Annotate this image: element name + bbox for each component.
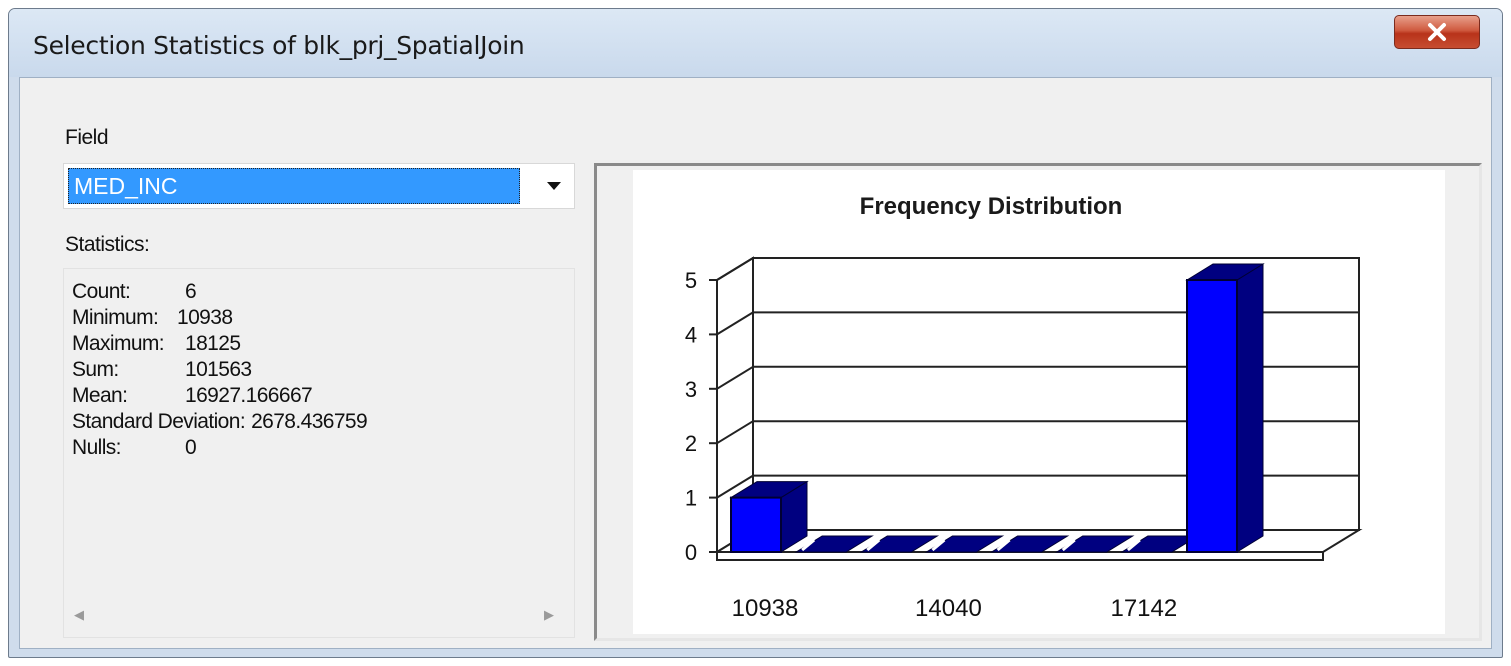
y-tick-label: 1 — [685, 486, 697, 511]
statistic-value: 18125 — [185, 332, 241, 355]
statistic-row: Sum: 101563 — [72, 357, 367, 383]
chart-area: 0 1 2 3 4 5 10938 14040 17142 Frequency Distribut… — [633, 170, 1445, 634]
y-tick-label: 5 — [685, 268, 697, 293]
chart-floor-edge — [716, 551, 1324, 561]
statistic-row: Minimum: 10938 — [72, 305, 367, 331]
chart-back-wall — [752, 257, 1360, 531]
statistic-value: 0 — [185, 436, 197, 459]
statistic-name: Maximum: — [72, 332, 165, 355]
field-dropdown-value[interactable]: MED_INC — [68, 168, 520, 204]
statistic-name: Sum: — [72, 358, 119, 381]
statistic-value: 101563 — [185, 358, 252, 381]
statistic-row: Mean: 16927.166667 — [72, 383, 367, 409]
bar-side — [1236, 263, 1264, 553]
scroll-right-icon[interactable]: ▶ — [544, 607, 554, 623]
statistics-panel: Count: 6 Minimum: 10938 Maximum: 18125 Sum: 101… — [63, 268, 575, 638]
statistic-name: Count: — [72, 280, 131, 303]
statistic-name: Nulls: — [72, 436, 122, 459]
chevron-down-icon[interactable] — [542, 176, 566, 196]
y-tick-label: 2 — [685, 431, 697, 456]
x-tick-label: 14040 — [915, 595, 982, 622]
statistics-list: Count: 6 Minimum: 10938 Maximum: 18125 Sum: 101… — [72, 279, 368, 461]
statistic-name: Minimum: — [72, 306, 159, 329]
statistic-row: Maximum: 18125 — [72, 331, 367, 357]
scroll-left-icon[interactable]: ◀ — [74, 607, 84, 623]
statistic-value: 6 — [185, 280, 197, 303]
dialog-window: Selection Statistics of blk_prj_SpatialJ… — [8, 8, 1503, 658]
bar — [730, 496, 782, 554]
statistics-label: Statistics: — [65, 233, 150, 256]
y-tick-label: 4 — [685, 322, 697, 347]
close-icon — [1428, 23, 1446, 41]
field-dropdown[interactable]: MED_INC — [63, 163, 575, 209]
dialog-body: Field MED_INC Statistics: Count: 6 Minimum… — [19, 77, 1492, 649]
window-title: Selection Statistics of blk_prj_SpatialJ… — [33, 31, 525, 60]
horizontal-scrollbar[interactable]: ◀ ▶ — [74, 605, 554, 625]
statistic-row: Nulls: 0 — [72, 435, 367, 461]
chart-title: Frequency Distribution — [860, 193, 1123, 220]
frequency-chart: 0 1 2 3 4 5 10938 14040 17142 Frequency Distribut… — [685, 193, 1363, 622]
x-tick-label: 17142 — [1110, 595, 1177, 622]
statistic-name: Mean: — [72, 384, 128, 407]
statistic-row: Count: 6 — [72, 279, 367, 305]
statistic-value: 10938 — [177, 306, 233, 329]
chart-frame: 0 1 2 3 4 5 10938 14040 17142 Frequency Distribut… — [594, 163, 1482, 641]
y-tick-label: 0 — [685, 540, 697, 565]
y-tick-label: 3 — [685, 377, 697, 402]
statistic-row: Standard Deviation: 2678.436759 — [72, 409, 368, 435]
field-label: Field — [65, 126, 109, 149]
statistic-name: Standard Deviation: — [72, 410, 246, 433]
x-tick-label: 10938 — [732, 595, 799, 622]
statistic-value: 16927.166667 — [185, 384, 313, 407]
close-button[interactable] — [1394, 15, 1480, 49]
title-bar[interactable]: Selection Statistics of blk_prj_SpatialJ… — [9, 9, 1502, 77]
statistic-value: 2678.436759 — [251, 410, 368, 433]
bar — [1186, 279, 1238, 553]
